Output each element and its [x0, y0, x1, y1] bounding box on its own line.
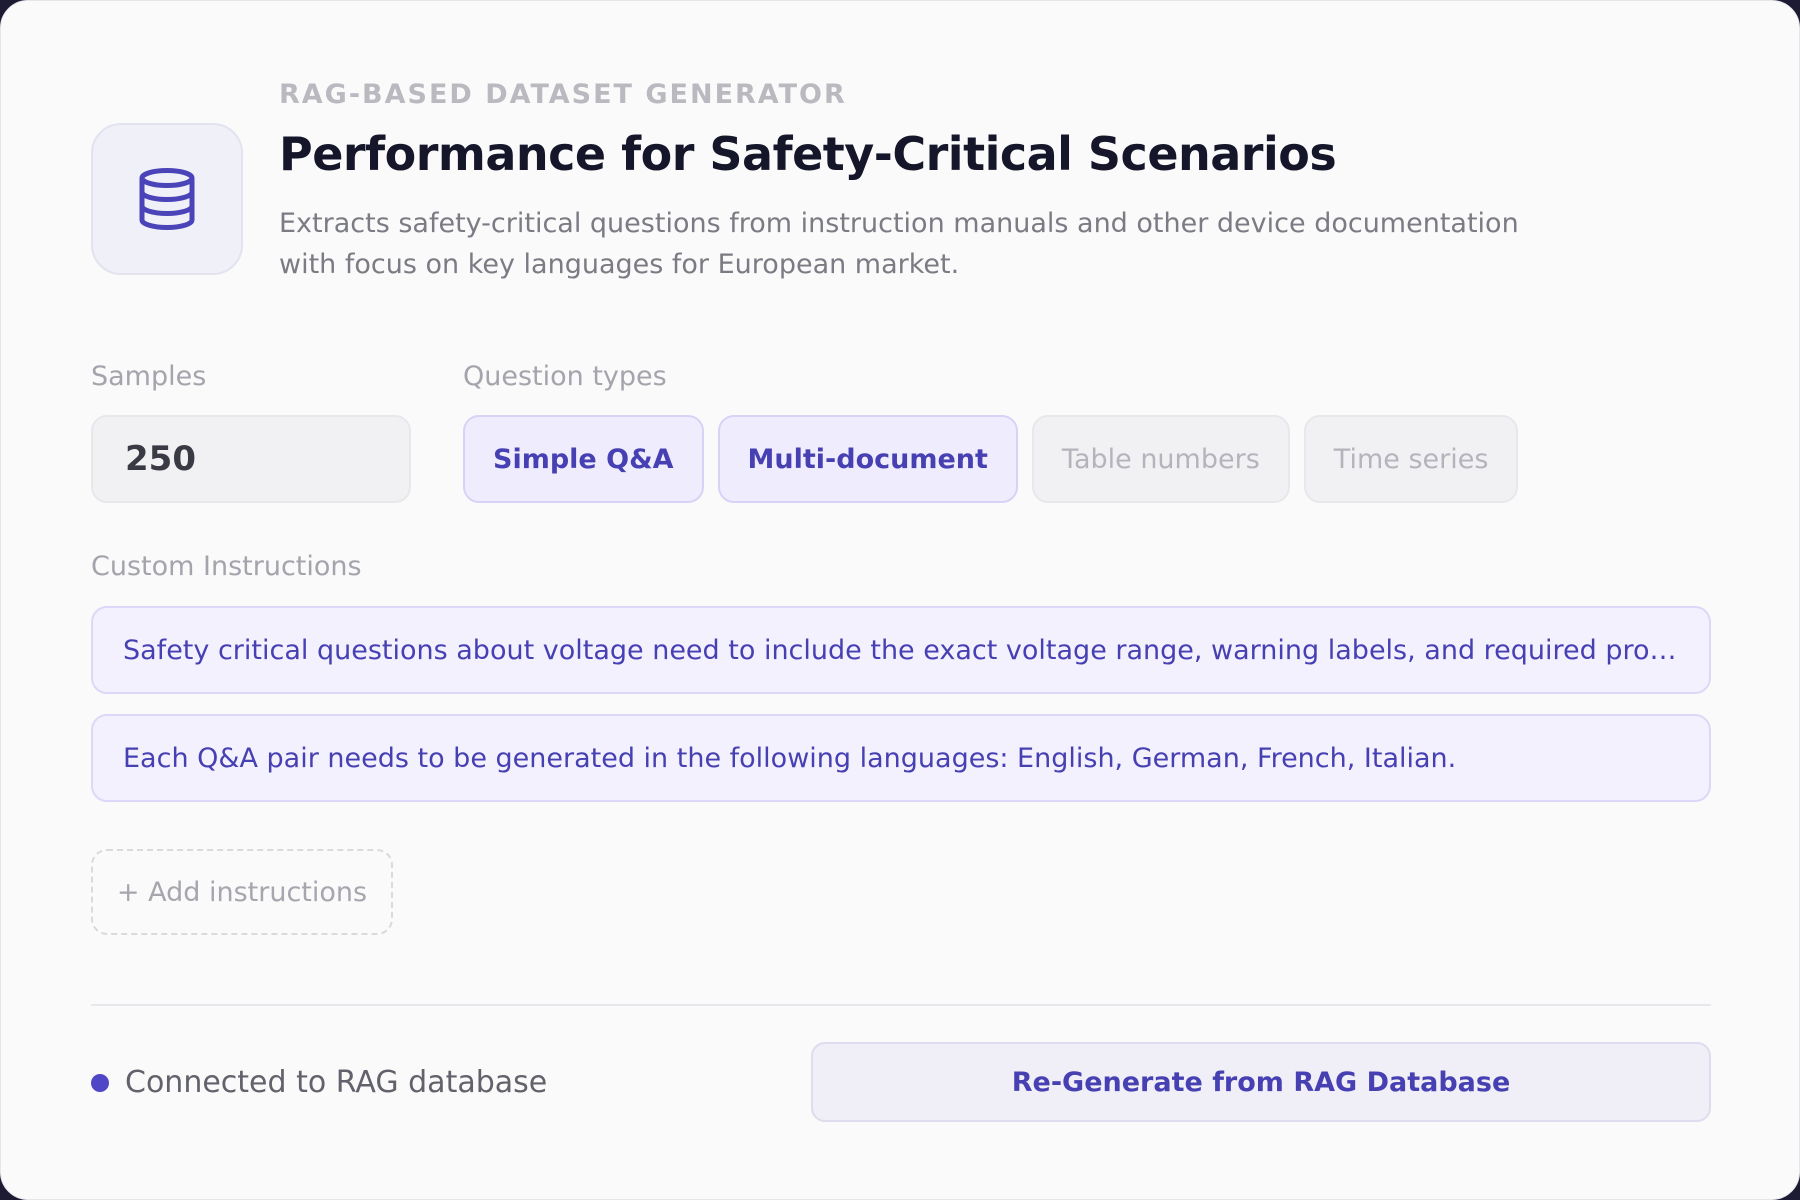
- instruction-text: Safety critical questions about voltage …: [123, 634, 1679, 666]
- chip-simple-qa[interactable]: Simple Q&A: [463, 415, 704, 503]
- divider: [91, 1004, 1711, 1006]
- page-title: Performance for Safety-Critical Scenario…: [279, 127, 1337, 181]
- status-text: Connected to RAG database: [125, 1065, 548, 1100]
- chip-multi-document[interactable]: Multi-document: [717, 415, 1018, 503]
- samples-label: Samples: [91, 361, 207, 392]
- instruction-text: Each Q&A pair needs to be generated in t…: [123, 742, 1457, 774]
- chip-table-numbers[interactable]: Table numbers: [1031, 415, 1290, 503]
- custom-instructions-label: Custom Instructions: [91, 551, 362, 582]
- chip-time-series[interactable]: Time series: [1303, 415, 1519, 503]
- instruction-item[interactable]: Each Q&A pair needs to be generated in t…: [91, 714, 1711, 802]
- generator-card: RAG-BASED DATASET GENERATOR Performance …: [0, 0, 1800, 1200]
- connection-status: Connected to RAG database: [91, 1065, 547, 1100]
- header: RAG-BASED DATASET GENERATOR Performance …: [91, 79, 1551, 299]
- samples-input[interactable]: 250: [91, 415, 411, 503]
- page-description: Extracts safety-critical questions from …: [279, 208, 1519, 280]
- status-dot-icon: [91, 1073, 109, 1092]
- question-type-chips: Simple Q&A Multi-document Table numbers …: [463, 415, 1519, 503]
- add-instructions-button[interactable]: + Add instructions: [91, 849, 393, 935]
- regenerate-button[interactable]: Re-Generate from RAG Database: [811, 1042, 1711, 1122]
- database-tile: [91, 123, 243, 275]
- database-icon: [139, 168, 195, 230]
- instruction-item[interactable]: Safety critical questions about voltage …: [91, 606, 1711, 694]
- question-types-label: Question types: [463, 361, 667, 392]
- eyebrow-label: RAG-BASED DATASET GENERATOR: [279, 79, 847, 110]
